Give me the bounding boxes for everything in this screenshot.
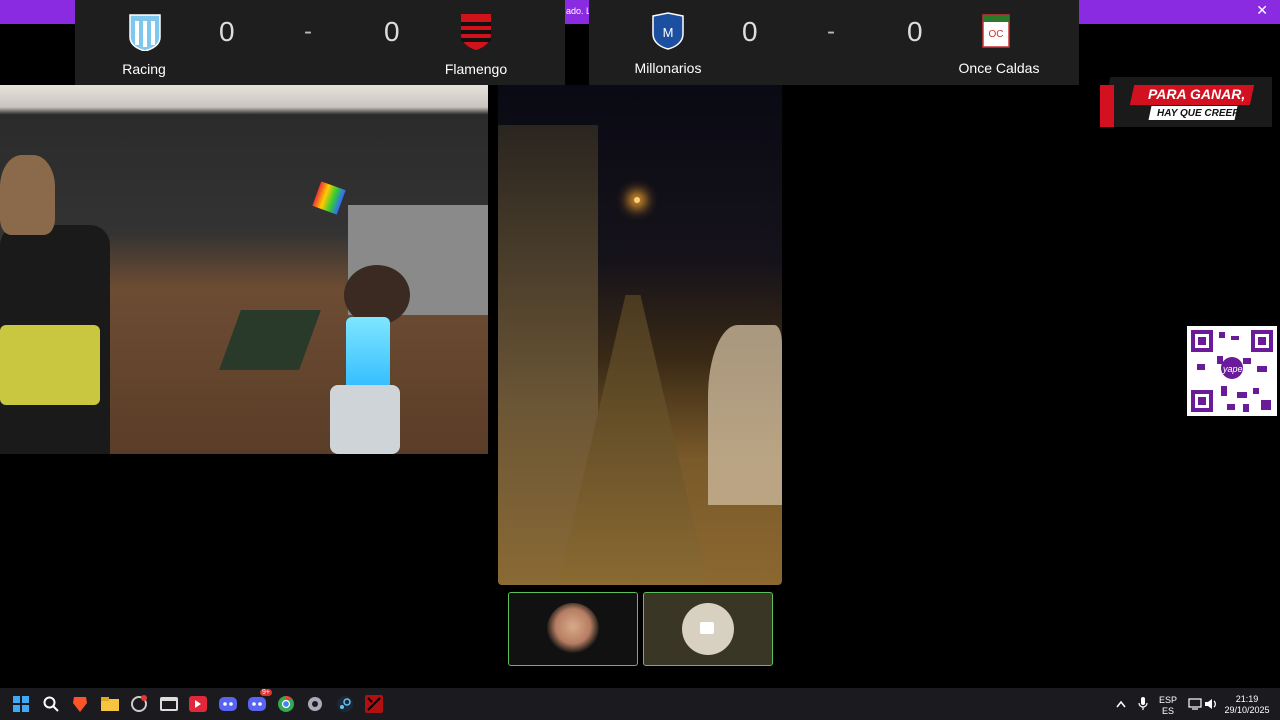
close-icon[interactable]: ✕ [1256, 2, 1268, 19]
file-explorer-icon[interactable] [99, 693, 121, 715]
game-icon[interactable] [363, 693, 385, 715]
once-caldas-crest-icon: OC [981, 13, 1017, 51]
svg-text:OC: OC [989, 29, 1004, 40]
media-icon[interactable] [158, 693, 180, 715]
scoreboard-racing-flamengo: Racing 0 - 0 Flamengo [75, 0, 565, 85]
volume-icon[interactable] [1200, 693, 1222, 715]
language-bottom: ES [1161, 706, 1174, 716]
rainbow-flag [312, 181, 346, 215]
steam-icon[interactable] [334, 693, 356, 715]
clock[interactable]: 21:19 29/10/2025 [1222, 694, 1272, 716]
home-team-name: Millonarios [634, 60, 702, 76]
home-team-name: Racing [122, 61, 166, 77]
participant-thumb-1[interactable] [508, 592, 638, 666]
street-light [634, 197, 640, 203]
mic-stand [330, 385, 400, 454]
millonarios-crest-icon: M [650, 12, 686, 50]
score-separator: - [304, 18, 312, 45]
clock-time: 21:19 [1235, 694, 1259, 704]
qr-label: yape [1223, 364, 1243, 374]
flamengo-crest-icon [458, 12, 494, 50]
racing-crest-icon [127, 13, 163, 52]
away-team-name: Once Caldas [958, 60, 1040, 76]
windows-start-icon[interactable] [10, 693, 32, 715]
svg-text:M: M [663, 25, 674, 40]
settings-icon[interactable] [304, 693, 326, 715]
participant-thumb-2[interactable] [643, 592, 773, 666]
promo-line1: PARA GANAR, [1148, 86, 1246, 102]
covered-object [708, 325, 782, 505]
clock-date: 29/10/2025 [1224, 705, 1270, 715]
discord-icon[interactable] [217, 693, 239, 715]
promo-banner: PARA GANAR, HAY QUE CREER [1100, 77, 1272, 127]
chevron-up-icon[interactable] [1110, 693, 1132, 715]
banner-message: ado. L [566, 6, 592, 16]
yape-qr-code[interactable]: yape [1187, 326, 1277, 416]
plush-toy [0, 155, 55, 235]
discord-notify-icon[interactable]: 9+ [246, 689, 272, 715]
red-app-icon[interactable] [187, 693, 209, 715]
home-score: 0 [219, 16, 235, 47]
street-camera-video [498, 85, 782, 585]
windows-taskbar: 9+ ESP ES 21:19 29/10/2025 [0, 688, 1280, 720]
chrome-icon[interactable] [275, 693, 297, 715]
promo-line2: HAY QUE CREER [1157, 108, 1240, 119]
camera-off-icon [700, 622, 714, 634]
scoreboard-millonarios-oncecaldas: M Millonarios 0 - 0 OC Once Caldas [589, 0, 1079, 85]
language-top: ESP [1158, 695, 1177, 705]
away-team-name: Flamengo [444, 61, 508, 77]
language-indicator[interactable]: ESP ES [1156, 695, 1180, 717]
streamer-webcam-video [0, 85, 488, 454]
brave-icon[interactable] [69, 693, 91, 715]
promo-accent [1100, 85, 1114, 127]
microphone-icon[interactable] [1132, 693, 1154, 715]
chair-cushion [0, 325, 100, 405]
app-icon[interactable] [128, 693, 150, 715]
floor-mat [219, 310, 321, 370]
notification-badge: 9+ [260, 689, 272, 696]
doll-head [344, 265, 410, 325]
avatar [547, 603, 599, 655]
away-score: 0 [384, 16, 400, 47]
home-score: 0 [742, 16, 758, 47]
search-icon[interactable] [40, 693, 62, 715]
away-score: 0 [907, 16, 923, 47]
score-separator: - [827, 18, 835, 45]
